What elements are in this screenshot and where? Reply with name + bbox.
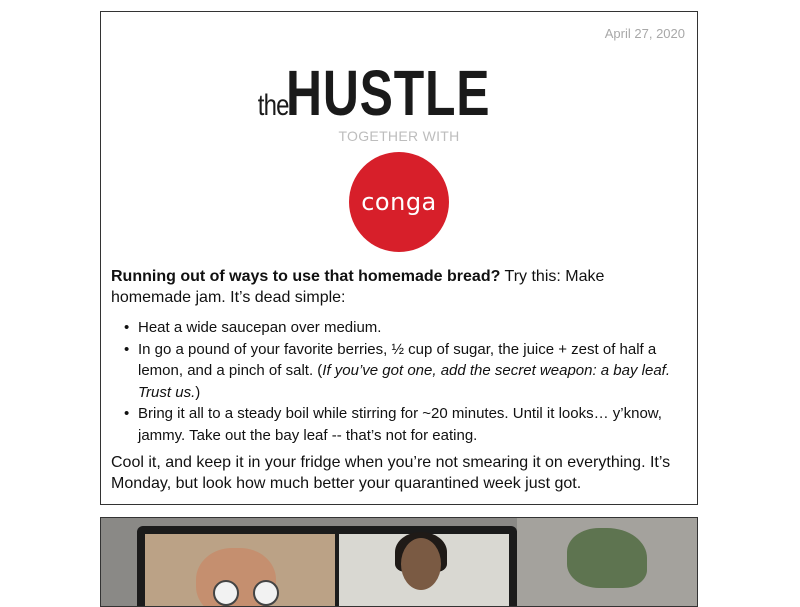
steps-list: Heat a wide saucepan over medium. In go … — [111, 317, 679, 446]
article-body: Running out of ways to use that homemade… — [111, 266, 679, 494]
newsletter-card: April 27, 2020 theHUSTLE TOGETHER WITH c… — [100, 11, 698, 505]
logo-hustle: HUSTLE — [286, 57, 491, 129]
googly-eye-right — [253, 580, 279, 606]
conga-sponsor-logo[interactable]: conga — [349, 152, 449, 252]
list-item: Heat a wide saucepan over medium. — [124, 317, 679, 339]
list-item: In go a pound of your favorite berries, … — [124, 339, 679, 404]
photo-person-face — [401, 538, 441, 590]
together-with-label: TOGETHER WITH — [338, 128, 460, 144]
googly-eye-left — [213, 580, 239, 606]
outro-paragraph: Cool it, and keep it in your fridge when… — [111, 454, 671, 492]
logo-the: the — [257, 89, 289, 122]
video-call-photo[interactable] — [100, 517, 698, 607]
sponsor-name: conga — [361, 188, 437, 216]
list-item: Bring it all to a steady boil while stir… — [124, 403, 679, 446]
step-1-text: Heat a wide saucepan over medium. — [138, 319, 382, 336]
intro-paragraph: Running out of ways to use that homemade… — [111, 266, 679, 308]
step-2-close: ) — [195, 383, 201, 401]
intro-bold: Running out of ways to use that homemade… — [111, 268, 501, 285]
the-hustle-logo[interactable]: theHUSTLE — [101, 56, 697, 130]
photo-plant — [567, 528, 647, 588]
step-3-text: Bring it all to a steady boil while stir… — [138, 405, 662, 444]
issue-date: April 27, 2020 — [604, 26, 685, 41]
